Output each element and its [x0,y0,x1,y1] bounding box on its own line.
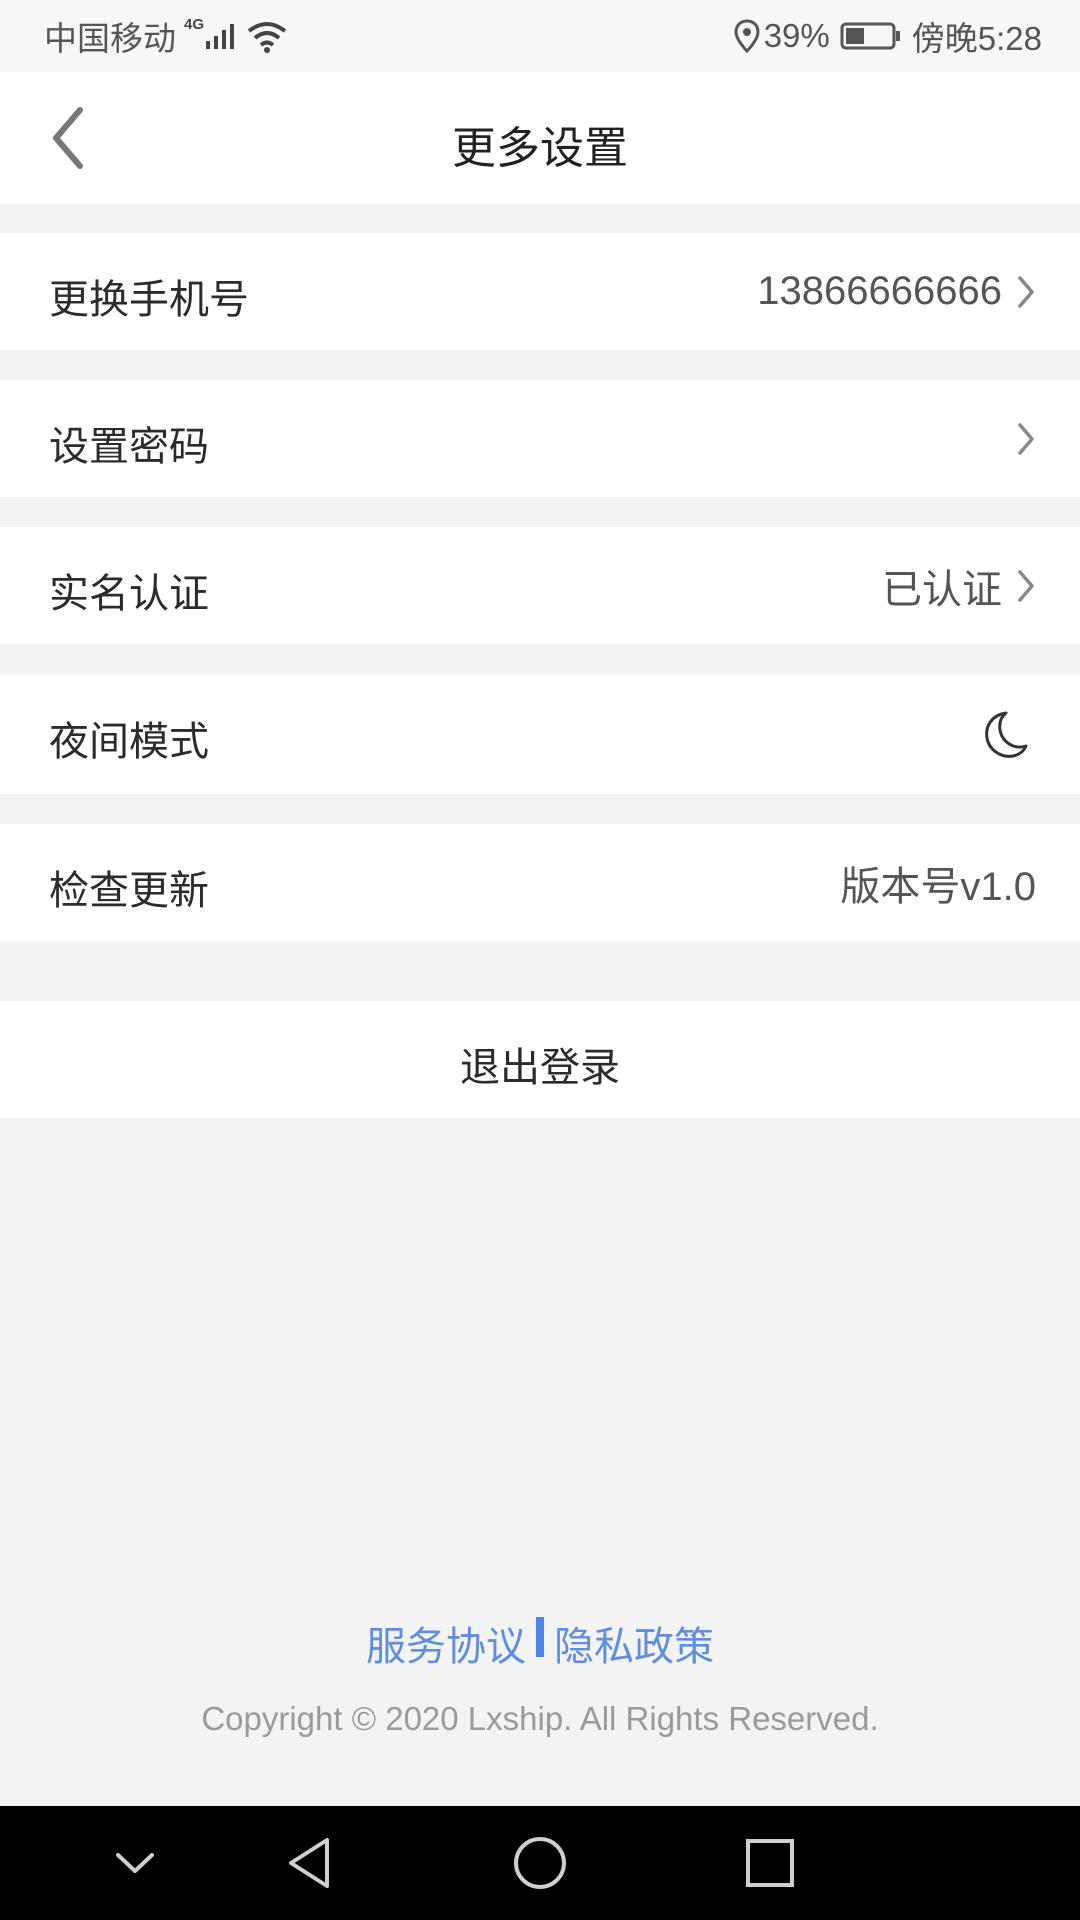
triangle-back-icon [289,1838,329,1888]
footer-links: 服务协议 隐私政策 [0,1614,1080,1672]
moon-icon[interactable] [982,710,1028,760]
chevron-right-icon [1018,569,1034,602]
settings-row-night-mode[interactable]: 夜间模式 [0,675,1080,794]
version-value: 版本号v1.0 [840,864,1036,909]
circle-home-icon [514,1837,566,1889]
link-divider [536,1617,544,1657]
network-type: 4G [184,15,205,33]
system-nav-bar [0,1806,1080,1920]
carrier-name: 中国移动 [44,20,176,57]
copyright-text: Copyright © 2020 Lxship. All Rights Rese… [201,1700,879,1737]
status-right: 39% 傍晚5:28 [734,16,1042,57]
settings-row-set-password[interactable]: 设置密码 [0,380,1080,497]
nav-back-button[interactable] [274,1828,344,1898]
chevron-right-icon [1018,275,1034,308]
location-icon [734,19,760,53]
nav-recents-button[interactable] [735,1828,805,1898]
status-left: 中国移动 4G [44,15,288,57]
signal-icon [206,24,235,49]
battery-icon [840,22,900,50]
settings-row-change-phone[interactable]: 更换手机号 13866666666 [0,233,1080,350]
row-label-check-update: 检查更新 [49,869,209,913]
phone-number-value: 13866666666 [757,269,1002,313]
row-label-change-phone: 更换手机号 [49,278,249,322]
nav-home-button[interactable] [505,1828,575,1898]
service-agreement-link[interactable]: 服务协议 [366,1614,526,1672]
status-bar: 中国移动 4G 39% 傍晚5:28 [0,0,1080,72]
logout-button[interactable]: 退出登录 [0,1001,1080,1118]
settings-row-realname-verification[interactable]: 实名认证 已认证 [0,527,1080,644]
square-recents-icon [746,1839,794,1887]
row-label-night-mode: 夜间模式 [49,720,209,764]
header: 更多设置 [0,72,1080,204]
wifi-icon [247,22,287,53]
chevron-down-icon [116,1853,154,1873]
privacy-policy-link[interactable]: 隐私政策 [554,1614,714,1672]
battery-percent: 39% [763,17,830,54]
row-label-realname: 实名认证 [49,572,209,616]
clock: 傍晚5:28 [911,20,1042,57]
nav-hide-button[interactable] [100,1828,170,1898]
verification-status: 已认证 [882,567,1002,612]
chevron-right-icon [1018,422,1034,455]
row-label-set-password: 设置密码 [49,425,209,469]
page-title: 更多设置 [452,124,628,173]
logout-label: 退出登录 [460,1046,620,1090]
settings-row-check-update[interactable]: 检查更新 版本号v1.0 [0,824,1080,941]
